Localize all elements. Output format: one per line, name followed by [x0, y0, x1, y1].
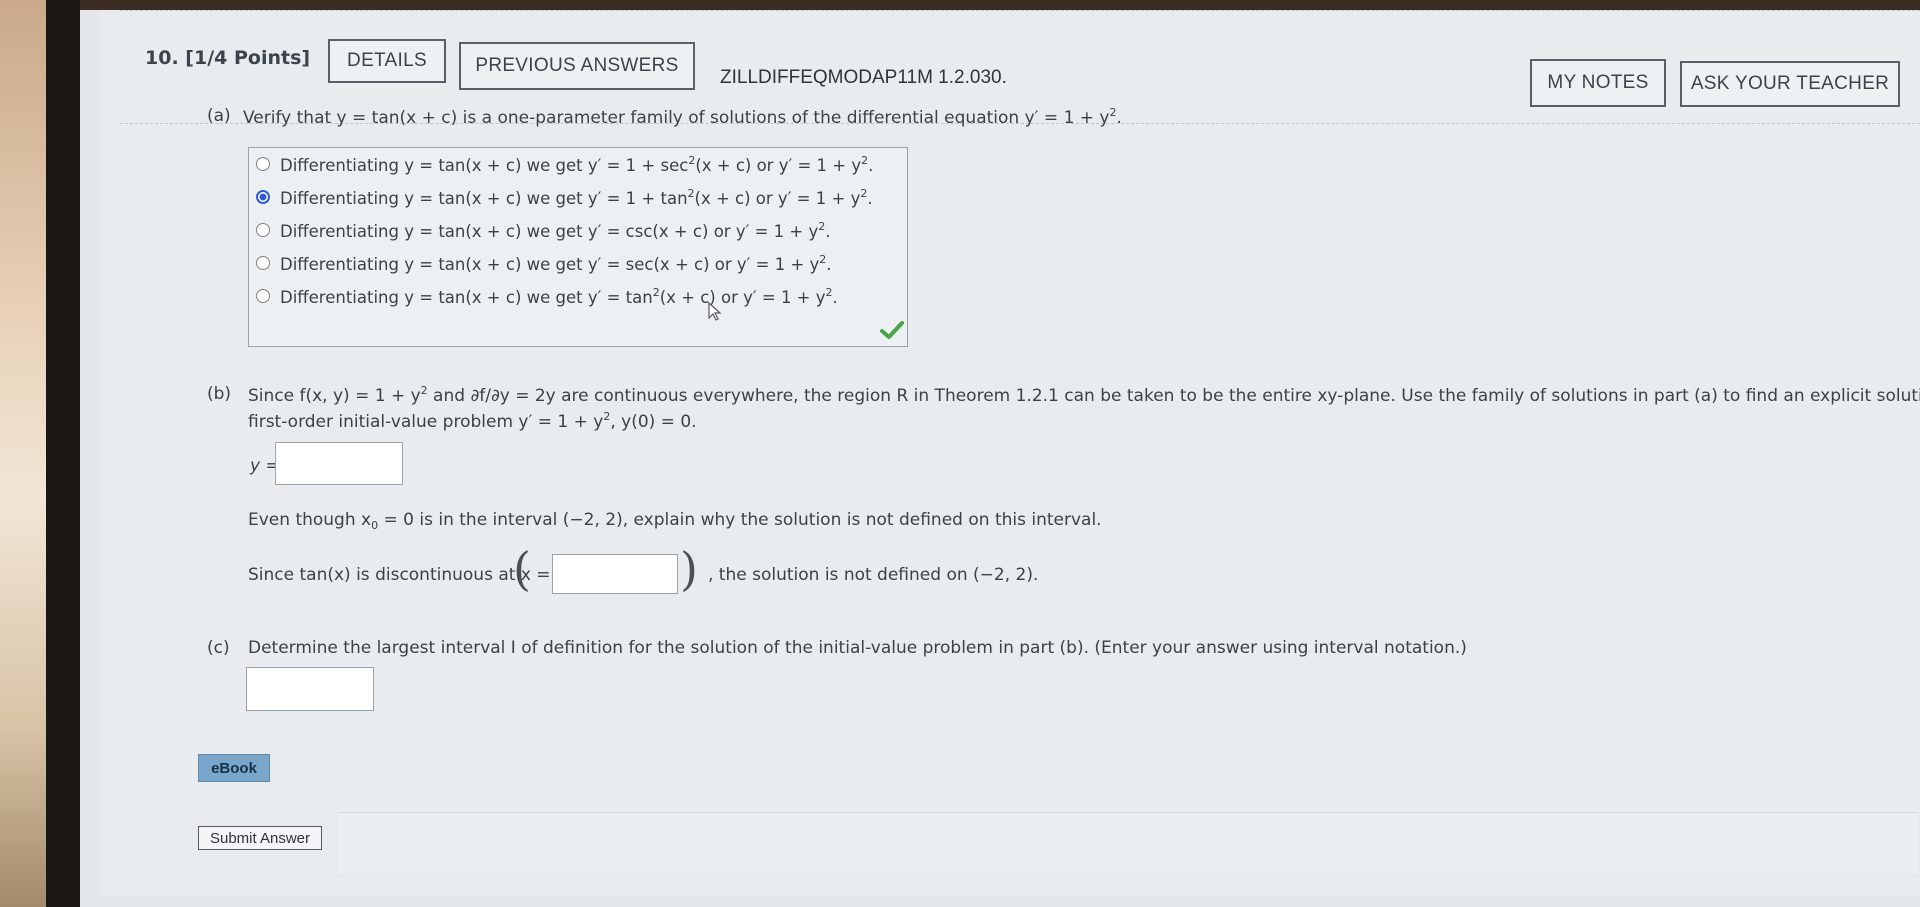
option-2-text-b: (x + c) or y′ = 1 + y: [694, 189, 861, 208]
option-4-radio[interactable]: [256, 256, 270, 270]
part-a-prompt-exponent: 2: [1109, 106, 1117, 119]
part-b-line-1-text-b: and ∂f/∂y = 2y are continuous everywhere…: [427, 386, 1920, 406]
option-1-text-a: Differentiating y = tan(x + c) we get y′…: [280, 156, 689, 175]
option-5-text-end: .: [832, 288, 838, 307]
option-5-exp-b: 2: [825, 286, 833, 299]
question-number-label: 10.: [145, 47, 179, 69]
bottom-panel: [338, 812, 1918, 873]
option-2-text[interactable]: Differentiating y = tan(x + c) we get y′…: [280, 187, 873, 208]
option-5-exp-a: 2: [652, 286, 660, 299]
ask-teacher-button[interactable]: ASK YOUR TEACHER: [1680, 61, 1900, 107]
option-5-radio[interactable]: [256, 289, 270, 303]
option-4-text-end: .: [826, 255, 832, 274]
my-notes-button[interactable]: MY NOTES: [1530, 59, 1666, 107]
option-3-radio[interactable]: [256, 223, 270, 237]
problem-code: ZILLDIFFEQMODAP11M 1.2.030.: [720, 67, 1007, 88]
option-3-text[interactable]: Differentiating y = tan(x + c) we get y′…: [280, 220, 830, 241]
part-a-prompt-text: Verify that y = tan(x + c) is a one-para…: [243, 108, 1110, 128]
answer-options-box: Differentiating y = tan(x + c) we get y′…: [248, 147, 908, 347]
question-number: 10. [1/4 Points]: [145, 47, 310, 69]
option-3-text-end: .: [825, 222, 831, 241]
part-b-line-2-text-b: , y(0) = 0.: [610, 412, 697, 432]
y-answer-input[interactable]: [275, 442, 403, 485]
submit-answer-button[interactable]: Submit Answer: [198, 826, 322, 850]
details-button[interactable]: DETAILS: [328, 39, 446, 83]
option-2-text-a: Differentiating y = tan(x + c) we get y′…: [280, 189, 688, 208]
part-b-line-1: Since f(x, y) = 1 + y2 and ∂f/∂y = 2y ar…: [248, 384, 1920, 406]
interval-answer-input[interactable]: [246, 667, 374, 711]
since-text-b: , the solution is not defined on (−2, 2)…: [708, 565, 1039, 585]
option-2-text-end: .: [867, 189, 873, 208]
discontinuity-answer-input[interactable]: [552, 554, 678, 594]
previous-answers-button[interactable]: PREVIOUS ANSWERS: [459, 42, 695, 90]
part-b-line-2-text-a: first-order initial-value problem y′ = 1…: [248, 412, 604, 432]
part-b-line-1-text-a: Since f(x, y) = 1 + y: [248, 386, 421, 406]
monitor-bezel: [46, 0, 80, 907]
option-5-text-b: (x + c) or y′ = 1 + y: [659, 288, 826, 307]
option-1-text-end: .: [868, 156, 874, 175]
part-a-prompt: Verify that y = tan(x + c) is a one-para…: [243, 106, 1122, 128]
option-1-text-b: (x + c) or y′ = 1 + y: [695, 156, 862, 175]
question-card: 10. [1/4 Points] DETAILS PREVIOUS ANSWER…: [100, 10, 1920, 895]
explain-prompt: Even though x0 = 0 is in the interval (−…: [248, 510, 1102, 532]
part-a-prompt-end: .: [1116, 108, 1122, 128]
option-2-exp-a: 2: [687, 187, 695, 200]
option-1-text[interactable]: Differentiating y = tan(x + c) we get y′…: [280, 154, 873, 175]
part-b-label: (b): [207, 384, 232, 404]
part-a-label: (a): [207, 106, 231, 126]
option-4-text[interactable]: Differentiating y = tan(x + c) we get y′…: [280, 253, 832, 274]
option-5-text-a: Differentiating y = tan(x + c) we get y′…: [280, 288, 653, 307]
right-paren: ): [680, 542, 698, 596]
part-c-label: (c): [207, 638, 230, 658]
option-2-radio[interactable]: [256, 190, 270, 204]
option-5-text[interactable]: Differentiating y = tan(x + c) we get y′…: [280, 286, 838, 307]
option-4-text-a: Differentiating y = tan(x + c) we get y′…: [280, 255, 820, 274]
ebook-button[interactable]: eBook: [198, 754, 270, 782]
option-3-text-a: Differentiating y = tan(x + c) we get y′…: [280, 222, 819, 241]
part-c-prompt: Determine the largest interval I of defi…: [248, 638, 1467, 658]
option-1-radio[interactable]: [256, 157, 270, 171]
points-label: [1/4 Points]: [185, 47, 311, 69]
screen: 10. [1/4 Points] DETAILS PREVIOUS ANSWER…: [80, 10, 1920, 907]
mouse-cursor-icon: [708, 302, 722, 321]
explain-prompt-text-b: = 0 is in the interval (−2, 2), explain …: [378, 510, 1102, 530]
correct-check-icon: [880, 321, 904, 339]
explain-prompt-text-a: Even though x: [248, 510, 372, 530]
part-b-line-1-exponent: 2: [420, 384, 428, 397]
left-paren: (: [513, 542, 531, 596]
part-b-line-2: first-order initial-value problem y′ = 1…: [248, 410, 697, 432]
